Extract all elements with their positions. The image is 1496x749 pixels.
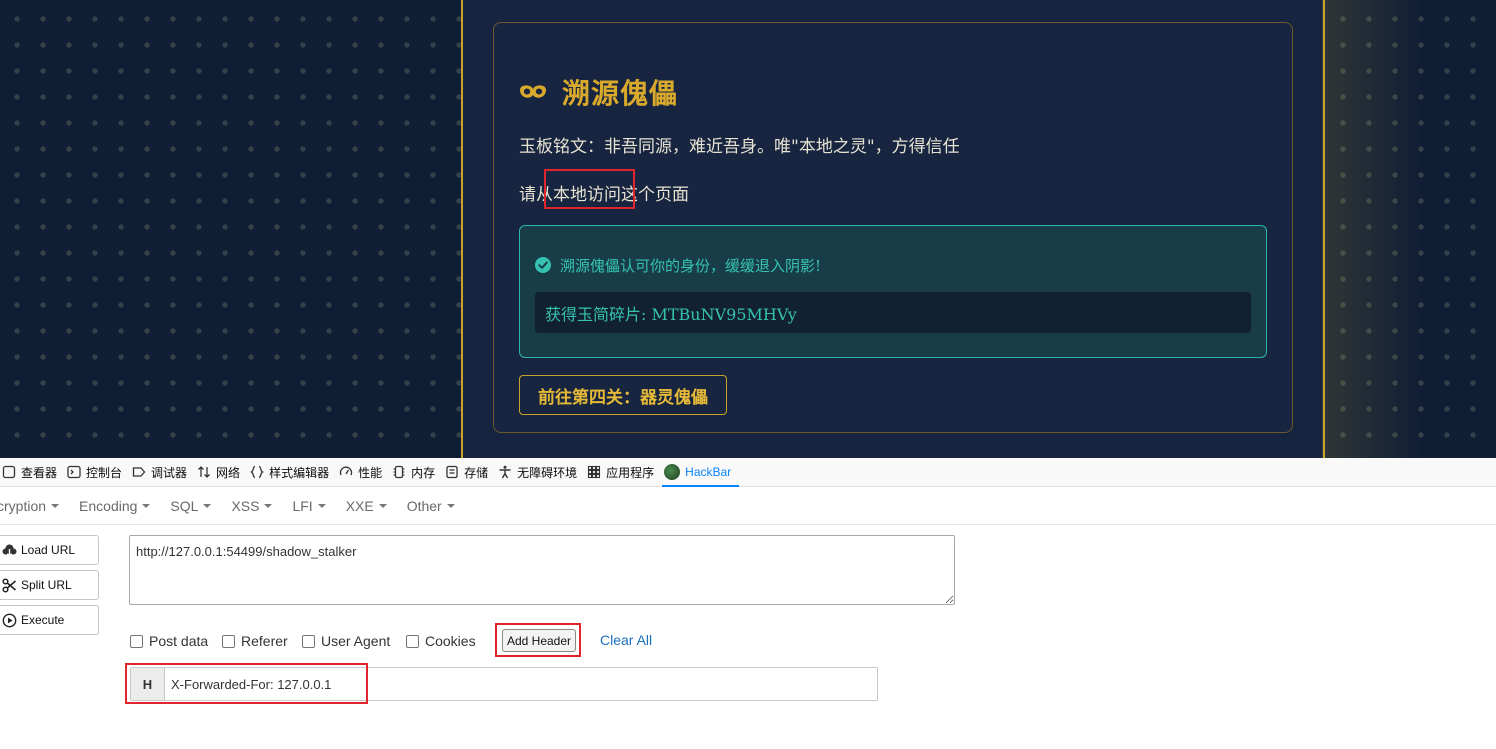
mask-icon xyxy=(520,85,546,98)
tab-label: 应用程序 xyxy=(606,465,655,480)
menu-label: Encoding xyxy=(79,497,138,514)
split-url-button[interactable]: Split URL xyxy=(0,570,99,600)
header-prefix-label: H xyxy=(131,668,165,700)
page-title: 溯源傀儡 xyxy=(562,77,679,110)
tab-label: 存储 xyxy=(464,465,489,480)
tab-console[interactable]: 控制台 xyxy=(65,458,130,487)
caret-down-icon xyxy=(203,503,212,508)
menu-sql[interactable]: SQL xyxy=(170,497,212,514)
tab-style-editor[interactable]: 样式编辑器 xyxy=(248,458,337,487)
checkbox-box[interactable] xyxy=(222,634,235,648)
hackbar-icon xyxy=(664,464,681,480)
menu-xxe[interactable]: XXE xyxy=(346,498,387,514)
debugger-icon xyxy=(132,467,146,477)
tab-network[interactable]: 网络 xyxy=(195,458,248,487)
success-message: 溯源傀儡认可你的身份，缓缓退入阴影! xyxy=(560,256,822,275)
menu-label: SQL xyxy=(170,497,199,514)
tab-memory[interactable]: 内存 xyxy=(390,458,443,487)
option-label: Cookies xyxy=(425,633,476,649)
caret-down-icon xyxy=(446,503,455,508)
tab-application[interactable]: 应用程序 xyxy=(585,458,662,487)
menu-lfi[interactable]: LFI xyxy=(292,497,326,514)
style-editor-icon xyxy=(250,465,265,479)
caret-down-icon xyxy=(51,503,60,508)
tab-accessibility[interactable]: 无障碍环境 xyxy=(496,458,585,487)
check-circle-icon xyxy=(535,257,551,273)
scissors-icon xyxy=(2,577,17,593)
page-viewport: 溯源傀儡 玉板铭文：非吾同源，难近吾身。唯"本地之灵"，方得信任 请从本地访问这… xyxy=(0,0,1496,458)
console-icon xyxy=(67,465,81,479)
inscription-text: 玉板铭文：非吾同源，难近吾身。唯"本地之灵"，方得信任 xyxy=(519,137,960,157)
caret-down-icon xyxy=(317,503,326,508)
load-url-button[interactable]: Load URL xyxy=(0,535,99,565)
menu-label: cryption xyxy=(0,497,47,514)
menu-other[interactable]: Other xyxy=(407,498,455,514)
menu-label: LFI xyxy=(292,497,313,514)
menu-encryption[interactable]: cryption xyxy=(0,497,60,514)
devtools-tab-bar: 查看器 控制台 调试器 网络 样式编辑器 性能 内存 存储 无障碍环境 应用程序… xyxy=(0,458,1496,487)
performance-icon xyxy=(339,466,353,476)
checkbox-box[interactable] xyxy=(130,634,143,648)
load-url-label: Load URL xyxy=(21,543,76,557)
cloud-download-icon xyxy=(2,544,17,557)
tab-debugger[interactable]: 调试器 xyxy=(130,458,195,487)
storage-icon xyxy=(446,465,458,479)
tab-label: 样式编辑器 xyxy=(269,465,330,480)
card-title-row: 溯源傀儡 xyxy=(518,74,678,110)
header-row: H X-Forwarded-For: 127.0.0.1 xyxy=(130,667,878,701)
tab-label: HackBar xyxy=(685,465,732,479)
tab-label: 查看器 xyxy=(21,465,58,480)
add-header-button[interactable]: Add Header xyxy=(502,629,576,652)
split-url-label: Split URL xyxy=(21,578,72,592)
tab-label: 内存 xyxy=(411,465,436,480)
checkbox-box[interactable] xyxy=(302,634,315,648)
tab-hackbar[interactable]: HackBar xyxy=(662,458,740,487)
checkbox-box[interactable] xyxy=(406,634,419,648)
accessibility-icon xyxy=(499,465,511,479)
tab-storage[interactable]: 存储 xyxy=(443,458,496,487)
caret-down-icon xyxy=(142,503,151,508)
cookies-checkbox[interactable]: Cookies xyxy=(406,632,476,650)
option-label: Post data xyxy=(149,633,209,649)
menu-label: XSS xyxy=(231,497,260,514)
tab-label: 调试器 xyxy=(151,465,188,480)
tab-label: 控制台 xyxy=(86,465,123,480)
option-label: Referer xyxy=(241,633,288,649)
referer-checkbox[interactable]: Referer xyxy=(222,632,288,650)
execute-button[interactable]: Execute xyxy=(0,605,99,635)
hackbar-menu-bar: cryption Encoding SQL XSS LFI XXE Other xyxy=(0,487,1496,525)
network-icon xyxy=(198,466,211,478)
option-label: User Agent xyxy=(321,633,391,649)
application-icon xyxy=(588,465,601,479)
menu-label: XXE xyxy=(345,497,374,514)
menu-xss[interactable]: XSS xyxy=(231,497,273,514)
local-access-hint: 请从本地访问这个页面 xyxy=(519,185,689,205)
caret-down-icon xyxy=(264,503,273,508)
memory-icon xyxy=(393,465,405,479)
play-circle-icon xyxy=(2,613,17,627)
menu-encoding[interactable]: Encoding xyxy=(79,497,151,514)
inspector-icon xyxy=(2,465,16,479)
clear-all-link[interactable]: Clear All xyxy=(600,632,652,648)
user-agent-checkbox[interactable]: User Agent xyxy=(302,632,390,650)
next-level-button[interactable]: 前往第四关：器灵傀儡 xyxy=(519,375,727,415)
tab-label: 无障碍环境 xyxy=(517,465,578,480)
tab-performance[interactable]: 性能 xyxy=(337,458,390,487)
header-input[interactable]: X-Forwarded-For: 127.0.0.1 xyxy=(165,668,331,700)
url-input[interactable]: http://127.0.0.1:54499/shadow_stalker xyxy=(129,535,955,605)
tab-label: 网络 xyxy=(216,465,241,480)
fragment-box: 获得玉简碎片: MTBuNV95MHVy xyxy=(535,292,1251,333)
menu-label: Other xyxy=(406,497,442,514)
post-data-checkbox[interactable]: Post data xyxy=(130,632,208,650)
tab-label: 性能 xyxy=(358,465,383,480)
fragment-text: 获得玉简碎片: MTBuNV95MHVy xyxy=(545,304,797,324)
caret-down-icon xyxy=(378,503,387,508)
success-message-row: 溯源傀儡认可你的身份，缓缓退入阴影! xyxy=(535,255,821,275)
tab-inspector[interactable]: 查看器 xyxy=(0,458,65,487)
execute-label: Execute xyxy=(21,613,65,627)
